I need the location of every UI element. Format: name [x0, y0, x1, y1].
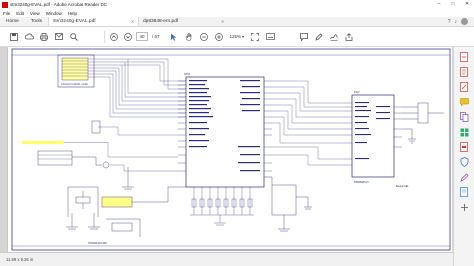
tab-document-label: stm3240g-EVAL.pdf [53, 19, 96, 24]
maximize-button[interactable]: □ [446, 0, 460, 9]
cursor-icon[interactable] [168, 31, 180, 43]
fill-sign-icon[interactable] [458, 171, 470, 183]
search-icon[interactable] [68, 31, 80, 43]
acrobat-app-icon [2, 1, 8, 8]
sign-icon[interactable] [328, 31, 340, 43]
tab-document[interactable]: dp83848-ern.pdf × [138, 17, 228, 26]
sub-chip-block [264, 176, 312, 232]
fit-page-icon[interactable] [249, 31, 261, 43]
page-total: / 67 [152, 34, 160, 39]
window-title: stm3240g-EVAL.pdf - Adobe Acrobat Reader… [10, 2, 107, 7]
export-pdf-icon[interactable] [458, 51, 470, 63]
tab-document-active[interactable]: stm3240g-EVAL.pdf × [48, 17, 138, 26]
page-number-input[interactable]: 40 [136, 32, 148, 41]
edit-pdf-icon[interactable] [458, 81, 470, 93]
minimize-button[interactable]: – [432, 0, 446, 9]
pdf-page: Connect to EVAL mode STM PHY DP83848CVV … [7, 47, 452, 252]
comment-panel-icon[interactable] [458, 96, 470, 108]
help-icon[interactable]: ? [448, 19, 451, 25]
menu-view[interactable]: View [30, 11, 40, 16]
phy-chip: PHY DP83848CVV [351, 90, 395, 184]
tabbar-right-icons: ? ♪ [448, 17, 474, 26]
tab-bar: Home Tools stm3240g-EVAL.pdf × dp83848-e… [0, 17, 474, 27]
share-icon[interactable] [343, 31, 355, 43]
zoom-out-icon[interactable] [198, 31, 210, 43]
left-box-label: Connect to EVAL mode [61, 82, 88, 86]
print-icon[interactable] [38, 31, 50, 43]
menu-window[interactable]: Window [46, 11, 62, 16]
close-window-button[interactable]: ✕ [460, 0, 474, 9]
status-bar: 11.69 x 8.26 in [0, 252, 453, 266]
redact-icon[interactable] [458, 141, 470, 153]
arrow-down-icon[interactable] [122, 31, 134, 43]
menu-file[interactable]: File [3, 11, 10, 16]
title-bar: stm3240g-EVAL.pdf - Adobe Acrobat Reader… [0, 0, 474, 9]
toolbar-separator [104, 30, 105, 43]
bell-icon[interactable]: ♪ [455, 19, 458, 25]
wire-bus-right [272, 80, 344, 166]
pen-icon[interactable] [313, 31, 325, 43]
menu-help[interactable]: Help [68, 11, 77, 16]
phy-part: DP83848CVV [354, 181, 369, 184]
tab-tools[interactable]: Tools [25, 17, 48, 26]
organize-pages-icon[interactable] [458, 126, 470, 138]
chip-top-label: STM [184, 72, 191, 76]
page-size-readout: 11.69 x 8.26 in [6, 257, 34, 262]
toolbar: 40 / 67 125% ▾ [0, 27, 474, 47]
right-components [402, 102, 444, 144]
main-chip: STM [184, 72, 265, 188]
keyboard-icon[interactable] [264, 31, 276, 43]
zoom-level: 125% [229, 34, 242, 39]
wire-bus [88, 58, 186, 118]
more-tools-icon[interactable] [458, 201, 470, 213]
tab-home[interactable]: Home [0, 17, 25, 26]
document-canvas[interactable]: Connect to EVAL mode STM PHY DP83848CVV … [0, 47, 453, 252]
left-lower-components [22, 120, 178, 190]
hand-icon[interactable] [183, 31, 195, 43]
schematic-drawing: Connect to EVAL mode STM PHY DP83848CVV … [11, 48, 451, 251]
upload-icon[interactable] [23, 31, 35, 43]
right-note: Backup SEL [396, 186, 409, 188]
menu-bar: File Edit View Window Help [0, 9, 474, 17]
save-icon[interactable] [8, 31, 20, 43]
right-tools-panel [453, 47, 474, 266]
zoom-in-icon[interactable] [213, 31, 225, 43]
bottom-resistor-row [190, 187, 254, 226]
arrow-up-icon[interactable] [108, 31, 120, 43]
create-pdf-icon[interactable] [458, 66, 470, 78]
window-controls: – □ ✕ [432, 0, 474, 9]
crystal-block [66, 186, 186, 237]
account-icon[interactable] [461, 18, 468, 25]
bottom-label: STM32F407/429 [88, 242, 107, 245]
protect-icon[interactable] [458, 156, 470, 168]
comment-icon[interactable] [298, 31, 310, 43]
close-tab-icon[interactable]: × [221, 19, 224, 24]
chevron-down-icon: ▾ [242, 34, 245, 39]
mail-icon[interactable] [53, 31, 65, 43]
send-for-review-icon[interactable] [458, 186, 470, 198]
menu-edit[interactable]: Edit [16, 11, 24, 16]
zoom-level-select[interactable]: 125% ▾ [228, 32, 247, 41]
close-tab-icon[interactable]: × [131, 19, 134, 24]
tab-document-label: dp83848-ern.pdf [143, 19, 179, 24]
combine-files-icon[interactable] [458, 111, 470, 123]
phy-label: PHY [354, 90, 360, 94]
